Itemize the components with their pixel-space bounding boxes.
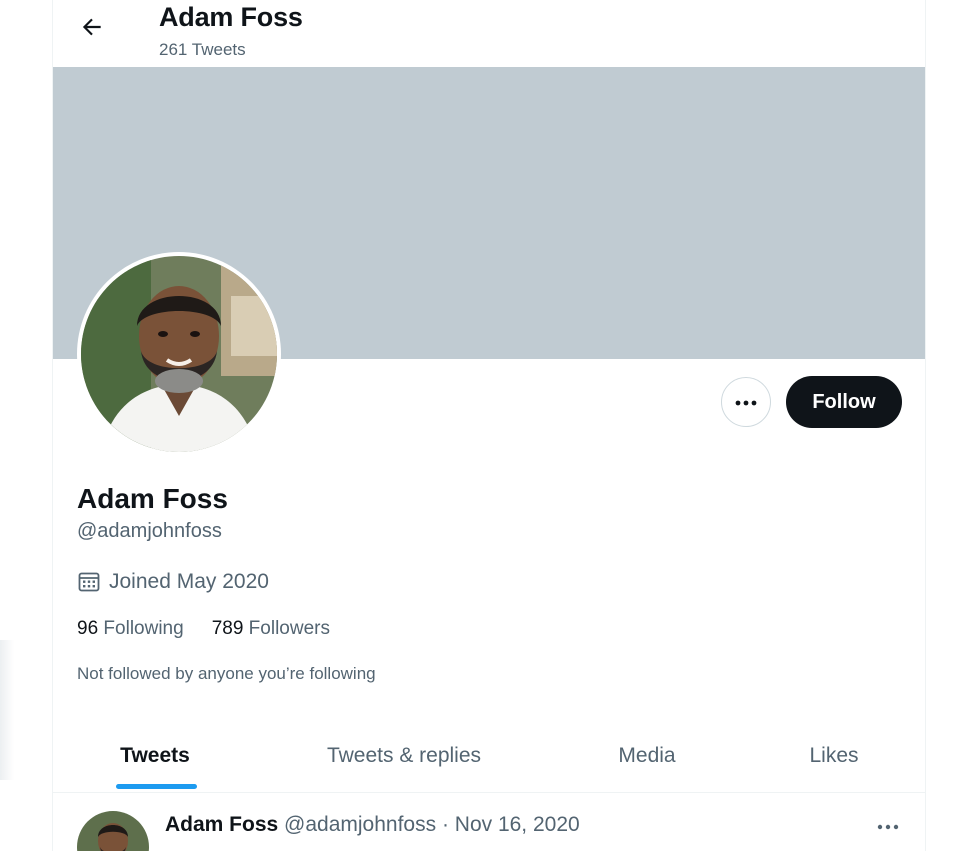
- tweet-avatar[interactable]: [77, 811, 149, 851]
- calendar-icon: [77, 570, 101, 594]
- following-label: Following: [103, 618, 184, 639]
- profile-display-name: Adam Foss: [77, 483, 228, 514]
- more-horizontal-icon: [877, 817, 899, 835]
- header-title: Adam Foss: [159, 2, 303, 32]
- more-options-button[interactable]: [721, 377, 771, 427]
- arrow-left-icon: [79, 14, 105, 45]
- tweet-author-name[interactable]: Adam Foss: [165, 813, 278, 836]
- follow-button[interactable]: Follow: [786, 376, 902, 428]
- active-tab-indicator: [116, 784, 197, 789]
- tab-tweets[interactable]: Tweets: [53, 720, 257, 792]
- tab-likes[interactable]: Likes: [743, 720, 925, 792]
- avatar-photo: [81, 256, 277, 452]
- followers-label: Followers: [248, 618, 330, 639]
- mutual-followers-note: Not followed by anyone you’re following: [77, 664, 376, 683]
- back-button[interactable]: [73, 10, 111, 48]
- tweet-item[interactable]: Adam Foss @adamjohnfoss · Nov 16, 2020: [53, 795, 925, 851]
- joined-text: Joined May 2020: [109, 570, 269, 593]
- following-link[interactable]: 96 Following: [77, 618, 184, 640]
- tab-media[interactable]: Media: [551, 720, 743, 792]
- tweet-header: Adam Foss @adamjohnfoss · Nov 16, 2020: [165, 813, 580, 837]
- joined-date: Joined May 2020: [77, 570, 269, 594]
- tweet-handle-date: @adamjohnfoss · Nov 16, 2020: [284, 813, 580, 836]
- followers-link[interactable]: 789 Followers: [212, 618, 330, 640]
- background-edge: [0, 640, 14, 780]
- profile-header: Adam Foss 261 Tweets: [53, 0, 925, 67]
- profile-avatar[interactable]: [77, 252, 281, 456]
- more-horizontal-icon: [735, 393, 757, 411]
- profile-tabs: Tweets Tweets & replies Media Likes: [53, 720, 925, 793]
- profile-column: Adam Foss 261 Tweets Follow Adam Foss @a…: [52, 0, 926, 851]
- tab-tweets-replies[interactable]: Tweets & replies: [257, 720, 551, 792]
- profile-page: Adam Foss 261 Tweets Follow Adam Foss @a…: [0, 0, 959, 851]
- follow-stats: 96 Following 789 Followers: [77, 618, 358, 640]
- tweet-more-button[interactable]: [871, 813, 905, 839]
- followers-count: 789: [211, 618, 244, 639]
- following-count: 96: [77, 618, 99, 639]
- header-tweet-count: 261 Tweets: [159, 40, 246, 59]
- profile-handle: @adamjohnfoss: [77, 520, 222, 542]
